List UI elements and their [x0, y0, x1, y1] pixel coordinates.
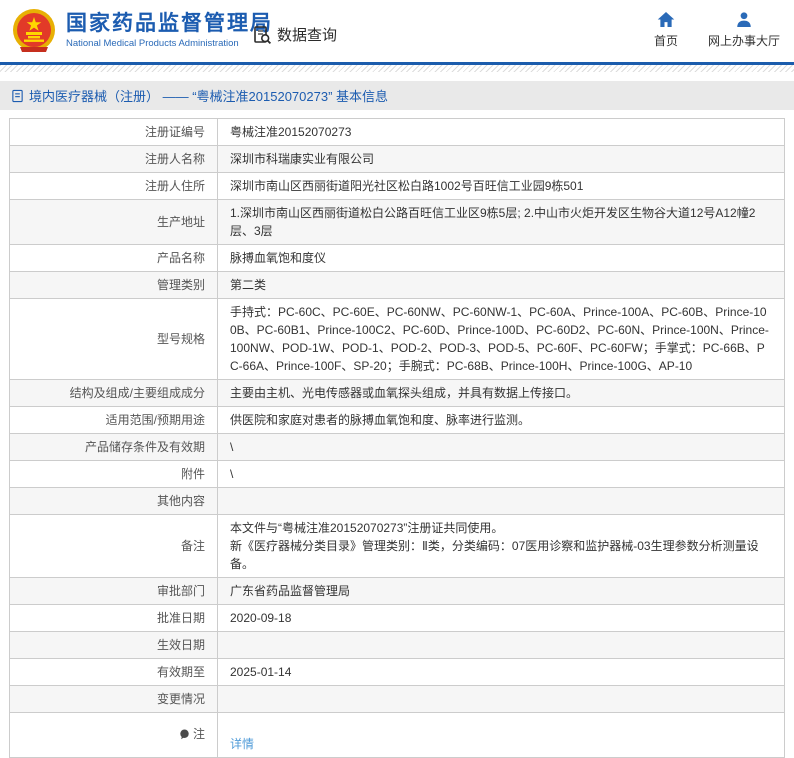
table-row: 结构及组成/主要组成成分 主要由主机、光电传感器或血氧探头组成，并具有数据上传接… [10, 380, 785, 407]
table-row: 有效期至 2025-01-14 [10, 659, 785, 686]
table-row: 附件 \ [10, 461, 785, 488]
row-value: 第二类 [218, 272, 785, 299]
row-value [218, 632, 785, 659]
table-row: 型号规格 手持式：PC-60C、PC-60E、PC-60NW、PC-60NW-1… [10, 299, 785, 380]
row-value: 手持式：PC-60C、PC-60E、PC-60NW、PC-60NW-1、PC-6… [218, 299, 785, 380]
table-row: 生效日期 [10, 632, 785, 659]
row-value: 详情 [218, 713, 785, 758]
row-label: 注册人住所 [10, 173, 218, 200]
registration-info-table-wrap: 注册证编号 粤械注准20152070273 注册人名称 深圳市科瑞康实业有限公司… [9, 118, 785, 758]
row-label: 其他内容 [10, 488, 218, 515]
note-label: 注 [193, 725, 205, 743]
document-icon [11, 89, 24, 103]
org-title-block: 国家药品监督管理局 National Medical Products Admi… [66, 11, 273, 49]
table-row: 注册证编号 粤械注准20152070273 [10, 119, 785, 146]
page-title-bar: 境内医疗器械（注册） —— “粤械注准20152070273” 基本信息 [0, 81, 794, 110]
site-header: 国家药品监督管理局 National Medical Products Admi… [0, 0, 794, 62]
table-row: 注册人住所 深圳市南山区西丽街道阳光社区松白路1002号百旺信工业园9栋501 [10, 173, 785, 200]
table-row: 其他内容 [10, 488, 785, 515]
detail-link[interactable]: 详情 [230, 737, 254, 751]
data-query-icon [252, 25, 272, 45]
row-value: \ [218, 434, 785, 461]
row-value: 深圳市科瑞康实业有限公司 [218, 146, 785, 173]
table-row: 注册人名称 深圳市科瑞康实业有限公司 [10, 146, 785, 173]
table-row: 生产地址 1.深圳市南山区西丽街道松白公路百旺信工业区9栋5层; 2.中山市火炬… [10, 200, 785, 245]
row-label: 型号规格 [10, 299, 218, 380]
row-value: 脉搏血氧饱和度仪 [218, 245, 785, 272]
row-value: \ [218, 461, 785, 488]
row-value: 供医院和家庭对患者的脉搏血氧饱和度、脉率进行监测。 [218, 407, 785, 434]
row-label: 生效日期 [10, 632, 218, 659]
table-row: 备注 本文件与“粤械注准20152070273”注册证共同使用。 新《医疗器械分… [10, 515, 785, 578]
row-value: 2020-09-18 [218, 605, 785, 632]
table-row: 产品名称 脉搏血氧饱和度仪 [10, 245, 785, 272]
top-nav: 首页 网上办事大厅 [654, 11, 780, 49]
table-row: 管理类别 第二类 [10, 272, 785, 299]
table-row: 适用范围/预期用途 供医院和家庭对患者的脉搏血氧饱和度、脉率进行监测。 [10, 407, 785, 434]
nav-service-hall-label: 网上办事大厅 [708, 32, 780, 49]
row-label: 附件 [10, 461, 218, 488]
row-label: 变更情况 [10, 686, 218, 713]
row-value: 粤械注准20152070273 [218, 119, 785, 146]
row-value: 2025-01-14 [218, 659, 785, 686]
table-row: 批准日期 2020-09-18 [10, 605, 785, 632]
table-row: 产品储存条件及有效期 \ [10, 434, 785, 461]
row-label: 审批部门 [10, 578, 218, 605]
national-emblem-icon [10, 7, 58, 55]
registration-info-table: 注册证编号 粤械注准20152070273 注册人名称 深圳市科瑞康实业有限公司… [9, 118, 785, 758]
user-icon [735, 11, 753, 28]
nav-home-label: 首页 [654, 32, 678, 49]
row-label: 批准日期 [10, 605, 218, 632]
row-label: 管理类别 [10, 272, 218, 299]
nav-service-hall[interactable]: 网上办事大厅 [708, 11, 780, 49]
row-label: 产品储存条件及有效期 [10, 434, 218, 461]
table-row: 变更情况 [10, 686, 785, 713]
table-row: 注 详情 [10, 713, 785, 758]
row-label: 结构及组成/主要组成成分 [10, 380, 218, 407]
row-value [218, 488, 785, 515]
row-value: 广东省药品监督管理局 [218, 578, 785, 605]
row-value: 深圳市南山区西丽街道阳光社区松白路1002号百旺信工业园9栋501 [218, 173, 785, 200]
page-title: 境内医疗器械（注册） —— “粤械注准20152070273” 基本信息 [29, 86, 388, 105]
stripe-band [0, 65, 794, 72]
row-value: 1.深圳市南山区西丽街道松白公路百旺信工业区9栋5层; 2.中山市火炬开发区生物… [218, 200, 785, 245]
row-label: 有效期至 [10, 659, 218, 686]
row-label: 注册人名称 [10, 146, 218, 173]
note-icon [179, 729, 190, 740]
row-label: 注 [10, 713, 218, 758]
nav-home[interactable]: 首页 [654, 11, 678, 49]
table-row: 审批部门 广东省药品监督管理局 [10, 578, 785, 605]
row-label: 适用范围/预期用途 [10, 407, 218, 434]
row-label: 注册证编号 [10, 119, 218, 146]
row-label: 生产地址 [10, 200, 218, 245]
data-query-label: 数据查询 [277, 24, 337, 45]
org-name-en: National Medical Products Administration [66, 38, 273, 49]
row-value: 本文件与“粤械注准20152070273”注册证共同使用。 新《医疗器械分类目录… [218, 515, 785, 578]
home-icon [657, 11, 675, 28]
row-label: 备注 [10, 515, 218, 578]
row-label: 产品名称 [10, 245, 218, 272]
org-name-cn: 国家药品监督管理局 [66, 11, 273, 36]
data-query-button[interactable]: 数据查询 [252, 24, 337, 45]
row-value: 主要由主机、光电传感器或血氧探头组成，并具有数据上传接口。 [218, 380, 785, 407]
row-value [218, 686, 785, 713]
